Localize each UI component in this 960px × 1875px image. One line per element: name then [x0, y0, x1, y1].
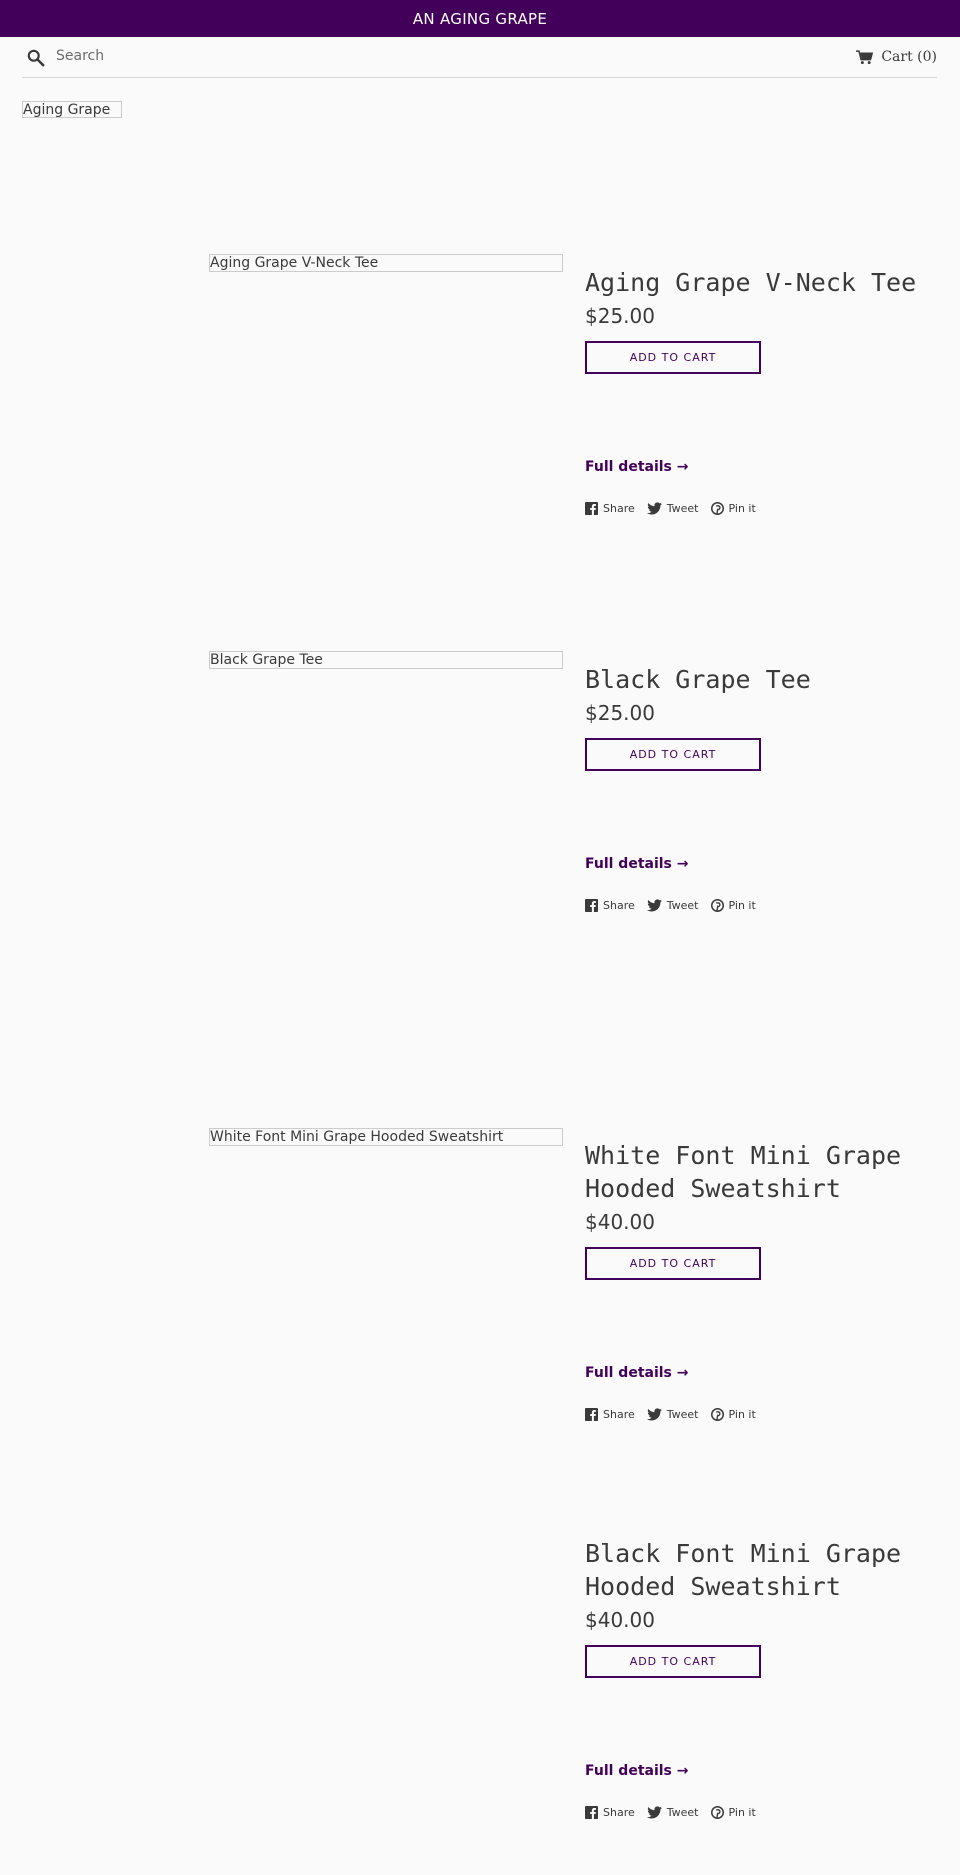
tweet-label: Tweet [666, 502, 699, 515]
pinterest-icon [710, 1806, 724, 1819]
social-sharing: Share Tweet Pin it [585, 502, 935, 515]
share-facebook-link[interactable]: Share [585, 502, 635, 515]
social-sharing: Share Tweet Pin it [585, 899, 935, 912]
social-sharing: Share Tweet Pin it [585, 1408, 935, 1421]
product-price: $40.00 [585, 1210, 655, 1234]
share-facebook-link[interactable]: Share [585, 1806, 635, 1819]
pin-label: Pin it [728, 1408, 756, 1421]
product-info: Black Grape Tee $25.00 ADD TO CART Full … [585, 663, 935, 912]
product-title: Black Grape Tee [585, 665, 811, 694]
add-to-cart-button[interactable]: ADD TO CART [585, 1645, 761, 1678]
share-facebook-link[interactable]: Share [585, 1408, 635, 1421]
collection-image: Aging Grape [22, 101, 122, 118]
tweet-label: Tweet [666, 1806, 699, 1819]
facebook-icon [585, 1806, 598, 1819]
add-to-cart-button[interactable]: ADD TO CART [585, 738, 761, 771]
facebook-icon [585, 1408, 598, 1421]
product-info: Black Font Mini Grape Hooded Sweatshirt … [585, 1537, 935, 1819]
cart-link[interactable]: Cart (0) [856, 49, 937, 65]
product-price: $40.00 [585, 1608, 655, 1632]
cart-label: Cart (0) [881, 49, 937, 65]
search-icon[interactable] [27, 49, 45, 67]
facebook-icon [585, 899, 598, 912]
tweet-label: Tweet [666, 1408, 699, 1421]
twitter-icon [646, 1806, 662, 1819]
share-twitter-link[interactable]: Tweet [646, 502, 699, 515]
full-details-link[interactable]: Full details → [585, 856, 935, 872]
pin-label: Pin it [728, 899, 756, 912]
pinterest-icon [710, 502, 724, 515]
product-title: White Font Mini Grape Hooded Sweatshirt [585, 1141, 902, 1203]
product-title: Aging Grape V-Neck Tee [585, 268, 917, 297]
tweet-label: Tweet [666, 899, 699, 912]
search-input[interactable] [56, 45, 356, 67]
share-pinterest-link[interactable]: Pin it [710, 1806, 756, 1819]
site-header: Cart (0) [22, 37, 937, 78]
share-twitter-link[interactable]: Tweet [646, 1408, 699, 1421]
share-twitter-link[interactable]: Tweet [646, 1806, 699, 1819]
add-to-cart-button[interactable]: ADD TO CART [585, 341, 761, 374]
twitter-icon [646, 899, 662, 912]
twitter-icon [646, 1408, 662, 1421]
full-details-link[interactable]: Full details → [585, 459, 935, 475]
product-image[interactable]: White Font Mini Grape Hooded Sweatshirt [209, 1128, 563, 1146]
share-pinterest-link[interactable]: Pin it [710, 899, 756, 912]
full-details-link[interactable]: Full details → [585, 1365, 935, 1381]
full-details-link[interactable]: Full details → [585, 1763, 935, 1779]
share-label: Share [603, 1806, 635, 1819]
share-label: Share [603, 502, 635, 515]
product-price: $25.00 [585, 304, 655, 328]
share-label: Share [603, 899, 635, 912]
share-label: Share [603, 1408, 635, 1421]
share-twitter-link[interactable]: Tweet [646, 899, 699, 912]
product-info: Aging Grape V-Neck Tee $25.00 ADD TO CAR… [585, 266, 935, 515]
product-price: $25.00 [585, 701, 655, 725]
pinterest-icon [710, 899, 724, 912]
twitter-icon [646, 502, 662, 515]
product-title: Black Font Mini Grape Hooded Sweatshirt [585, 1539, 902, 1601]
product-info: White Font Mini Grape Hooded Sweatshirt … [585, 1139, 935, 1421]
social-sharing: Share Tweet Pin it [585, 1806, 935, 1819]
product-image[interactable]: Black Grape Tee [209, 651, 563, 669]
pinterest-icon [710, 1408, 724, 1421]
share-pinterest-link[interactable]: Pin it [710, 502, 756, 515]
announcement-text: AN AGING GRAPE [412, 9, 548, 28]
announcement-bar: AN AGING GRAPE [0, 0, 960, 37]
add-to-cart-button[interactable]: ADD TO CART [585, 1247, 761, 1280]
pin-label: Pin it [728, 1806, 756, 1819]
cart-icon [856, 49, 874, 64]
pin-label: Pin it [728, 502, 756, 515]
share-pinterest-link[interactable]: Pin it [710, 1408, 756, 1421]
product-image[interactable]: Aging Grape V-Neck Tee [209, 254, 563, 272]
share-facebook-link[interactable]: Share [585, 899, 635, 912]
facebook-icon [585, 502, 598, 515]
